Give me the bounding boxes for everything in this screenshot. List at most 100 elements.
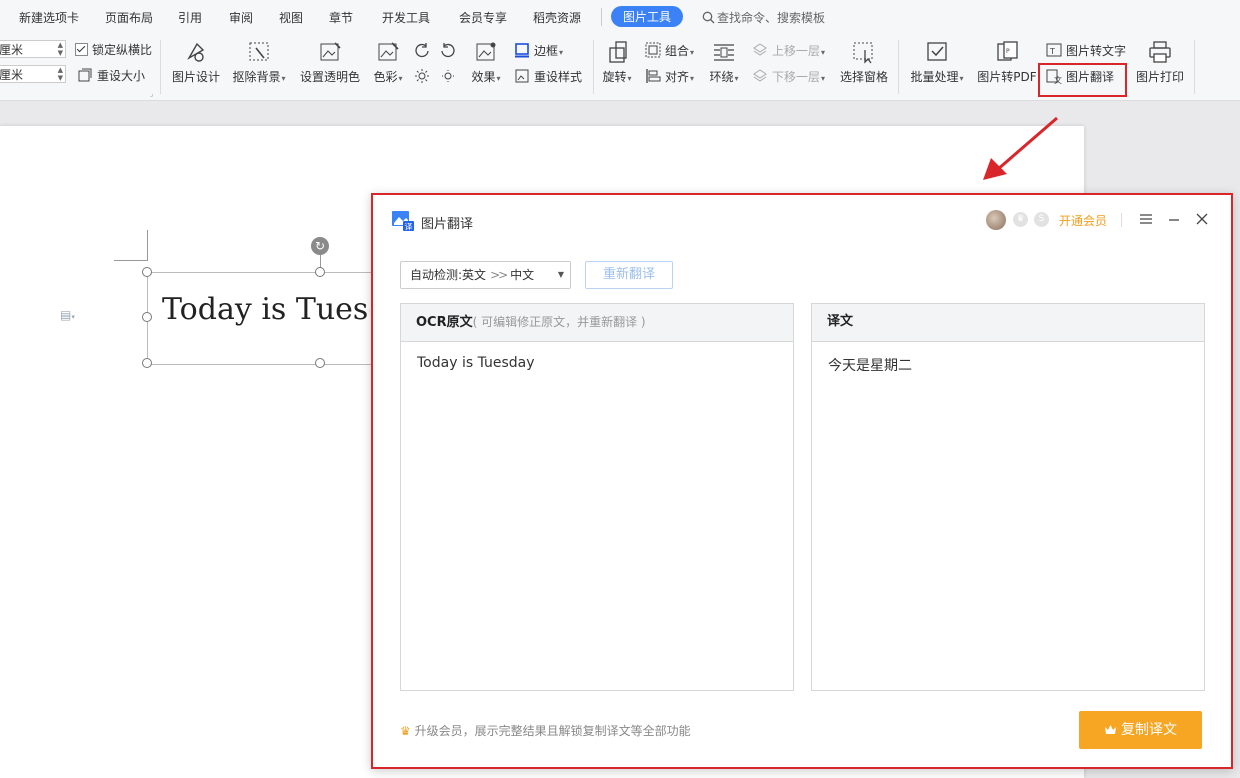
crown-icon xyxy=(1105,725,1116,734)
reset-style-icon xyxy=(515,69,529,83)
resize-handle-s[interactable] xyxy=(315,358,325,368)
translation-panel: 译文 今天是星期二 xyxy=(811,303,1205,691)
effects-label: 效果 xyxy=(471,70,496,84)
wrap-button[interactable]: 环绕▾ xyxy=(707,40,741,85)
ribbon: 厘米 ▲ ▼ 厘米 ▲ ▼ 锁定纵横比 重设大小 ⌟ 图片设计 抠除背景▾ 设置透明色 … xyxy=(0,34,1240,101)
checkbox-checked-icon xyxy=(75,43,88,56)
ocr-panel-title: OCR原文 xyxy=(416,315,473,330)
tab-picture-tools[interactable]: 图片工具 xyxy=(611,6,684,27)
batch-process-icon xyxy=(927,42,947,61)
close-icon[interactable] xyxy=(1192,209,1212,229)
copy-translation-button[interactable]: 复制译文 xyxy=(1079,711,1202,749)
send-backward-label: 下移一层 xyxy=(772,70,821,84)
translate-highlight-box xyxy=(1038,63,1127,97)
menu-bar: 新建选项卡 页面布局 引用 审阅 视图 章节 开发工具 会员专享 稻壳资源 图片… xyxy=(0,0,1240,34)
lock-ratio-label: 锁定纵横比 xyxy=(92,43,153,57)
tab-docer[interactable]: 稻壳资源 xyxy=(533,9,581,26)
super-member-badge-icon: S xyxy=(1034,212,1049,227)
tab-developer[interactable]: 开发工具 xyxy=(382,9,430,26)
language-arrow: >> xyxy=(490,268,508,282)
print-button[interactable]: 图片打印 xyxy=(1136,40,1184,85)
svg-text:T: T xyxy=(1049,47,1055,56)
tab-page-layout[interactable]: 页面布局 xyxy=(105,9,153,26)
tab-section[interactable]: 章节 xyxy=(329,9,353,26)
tab-member[interactable]: 会员专享 xyxy=(459,9,507,26)
upgrade-tip[interactable]: ♛ 升级会员，展示完整结果且解锁复制译文等全部功能 xyxy=(400,722,691,739)
open-membership-link[interactable]: 开通会员 xyxy=(1059,212,1107,229)
selection-pane-button[interactable]: 选择窗格 xyxy=(840,40,888,85)
align-icon xyxy=(646,69,661,83)
bring-forward-icon xyxy=(753,43,767,56)
search-icon xyxy=(702,11,715,24)
border-button[interactable]: 边框▾ xyxy=(514,42,563,59)
align-button[interactable]: 对齐▾ xyxy=(645,68,694,85)
resize-handle-sw[interactable] xyxy=(142,358,152,368)
set-transparent-label: 设置透明色 xyxy=(300,70,361,84)
to-pdf-button[interactable]: P 图片转PDF xyxy=(977,40,1037,85)
margin-corner-mark xyxy=(114,230,148,261)
border-icon xyxy=(515,43,529,58)
width-spinner[interactable]: ▲ ▼ xyxy=(58,66,63,82)
translation-panel-header: 译文 xyxy=(812,304,1204,342)
dialog-title: 图片翻译 xyxy=(421,217,474,232)
reset-size-button[interactable]: 重设大小 xyxy=(77,67,145,84)
rotate-handle-icon[interactable]: ↻ xyxy=(311,237,329,255)
ocr-panel-hint: ( 可编辑修正原文，并重新翻译 ) xyxy=(472,315,646,329)
target-language: 中文 xyxy=(510,268,535,282)
lock-ratio-checkbox[interactable]: 锁定纵横比 xyxy=(75,41,152,58)
language-select[interactable]: 自动检测:英文 >> 中文 ▼ xyxy=(400,261,571,289)
print-label: 图片打印 xyxy=(1136,70,1185,84)
tab-references[interactable]: 引用 xyxy=(178,9,202,26)
reset-size-icon xyxy=(78,68,92,82)
remove-background-button[interactable]: 抠除背景▾ xyxy=(231,40,287,85)
dialog-launcher-icon[interactable]: ⌟ xyxy=(150,90,153,98)
to-text-button[interactable]: T 图片转文字 xyxy=(1046,42,1126,59)
ocr-text-area[interactable]: Today is Tuesday xyxy=(401,342,793,384)
user-avatar[interactable] xyxy=(986,210,1006,230)
brightness-up-icon[interactable] xyxy=(414,68,430,87)
group-button[interactable]: 组合▾ xyxy=(645,42,694,59)
picture-translate-dialog: 译 图片翻译 ♛ S 开通会员 自动检测:英文 >> 中文 ▼ 重新翻译 OCR原文… xyxy=(371,193,1233,769)
menu-icon[interactable] xyxy=(1136,209,1156,229)
rotate-left-icon[interactable] xyxy=(414,42,430,61)
effects-icon xyxy=(476,42,496,61)
width-input[interactable]: 厘米 ▲ ▼ xyxy=(0,65,66,83)
document-image-text: Today is Tuesday xyxy=(162,292,370,327)
picture-design-button[interactable]: 图片设计 xyxy=(172,40,220,85)
picture-design-icon xyxy=(187,42,205,62)
height-input[interactable]: 厘米 ▲ ▼ xyxy=(0,40,66,58)
border-label: 边框 xyxy=(534,44,559,58)
batch-process-button[interactable]: 批量处理▾ xyxy=(908,40,966,85)
send-backward-button[interactable]: 下移一层▾ xyxy=(752,68,825,85)
effects-button[interactable]: 效果▾ xyxy=(469,40,503,85)
set-transparent-button[interactable]: 设置透明色 xyxy=(300,40,360,85)
source-language: 英文 xyxy=(462,268,487,282)
retranslate-button[interactable]: 重新翻译 xyxy=(585,261,673,289)
resize-handle-nw[interactable] xyxy=(142,267,152,277)
command-search[interactable]: 查找命令、搜索模板 xyxy=(702,9,825,26)
reset-style-button[interactable]: 重设样式 xyxy=(514,68,582,85)
brightness-down-icon[interactable] xyxy=(440,68,456,87)
crown-icon: ♛ xyxy=(400,724,411,738)
minimize-icon[interactable] xyxy=(1164,209,1184,229)
to-pdf-label: 图片转PDF xyxy=(977,70,1037,84)
group-icon xyxy=(645,42,661,58)
header-divider xyxy=(1121,213,1122,227)
selection-pane-label: 选择窗格 xyxy=(840,70,889,84)
tab-view[interactable]: 视图 xyxy=(279,9,303,26)
rotate-right-icon[interactable] xyxy=(440,42,456,61)
tab-review[interactable]: 审阅 xyxy=(229,9,253,26)
color-button[interactable]: 色彩▾ xyxy=(370,40,406,85)
ribbon-divider xyxy=(1194,40,1195,94)
tab-new[interactable]: 新建选项卡 xyxy=(19,9,79,26)
language-auto-detect-label: 自动检测: xyxy=(410,268,463,282)
batch-process-label: 批量处理 xyxy=(910,70,959,84)
height-spinner[interactable]: ▲ ▼ xyxy=(58,41,63,57)
ribbon-divider xyxy=(160,40,161,94)
resize-handle-n[interactable] xyxy=(315,267,325,277)
group-label: 组合 xyxy=(665,44,690,58)
resize-handle-w[interactable] xyxy=(142,312,152,322)
rotate-button[interactable]: 旋转▾ xyxy=(600,40,634,85)
paragraph-layout-icon[interactable]: ▤▾ xyxy=(60,308,75,322)
bring-forward-button[interactable]: 上移一层▾ xyxy=(752,42,825,59)
